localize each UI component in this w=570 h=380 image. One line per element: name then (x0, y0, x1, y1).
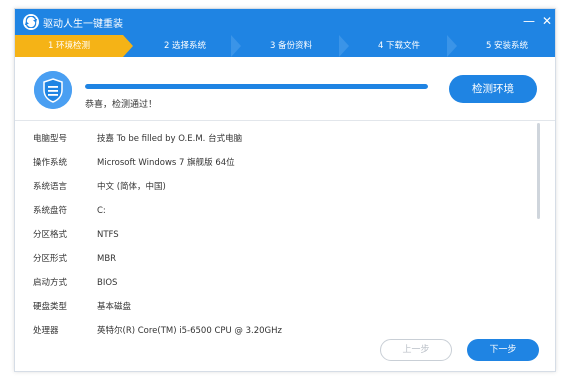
info-key: 电脑型号 (33, 134, 68, 144)
info-row: 操作系统 Microsoft Windows 7 旗舰版 64位 (33, 151, 533, 175)
scrollbar[interactable] (537, 123, 540, 219)
check-status: 恭喜，检测通过！ (85, 100, 158, 110)
next-button[interactable]: 下一步 (467, 339, 539, 361)
info-value: BIOS (97, 278, 118, 288)
info-value: 技嘉 To be filled by O.E.M. 台式电脑 (97, 134, 243, 144)
info-value: 中文 (简体，中国) (97, 182, 166, 192)
previous-button: 上一步 (380, 339, 452, 361)
info-key: 分区形式 (33, 254, 68, 264)
info-value: NTFS (97, 230, 119, 240)
check-progress-bar (85, 84, 428, 89)
info-row: 系统盘符 C: (33, 199, 533, 223)
system-info-list: 电脑型号 技嘉 To be filled by O.E.M. 台式电脑操作系统 Mi… (33, 127, 533, 339)
step-4: 4 下载文件 (377, 41, 421, 51)
info-row: 处理器 英特尔(R) Core(TM) i5-6500 CPU @ 3.20GHz (33, 319, 533, 339)
info-row: 启动方式 BIOS (33, 271, 533, 295)
shield-icon (34, 71, 72, 109)
info-key: 系统语言 (33, 182, 68, 192)
info-value: C: (97, 206, 106, 216)
title-bar: 驱动人生一键重装 — ✕ (15, 9, 555, 35)
info-key: 硬盘类型 (33, 302, 68, 312)
info-key: 处理器 (33, 326, 59, 336)
close-icon[interactable]: ✕ (538, 12, 556, 30)
info-row: 分区格式 NTFS (33, 223, 533, 247)
step-bar: 1 环境检测 2 选择系统 3 备份资料 4 下载文件 5 安装系统 (15, 35, 555, 57)
info-value: Microsoft Windows 7 旗舰版 64位 (97, 158, 235, 168)
step-arrow (231, 35, 241, 57)
step-2: 2 选择系统 (163, 41, 207, 51)
progress-fill (85, 84, 428, 89)
step-arrow (447, 35, 457, 57)
app-window: 驱动人生一键重装 — ✕ 1 环境检测 2 选择系统 3 备份资料 4 下载文件… (14, 8, 556, 372)
app-logo-icon (23, 14, 39, 30)
info-value: 英特尔(R) Core(TM) i5-6500 CPU @ 3.20GHz (97, 326, 282, 336)
step-arrow (339, 35, 349, 57)
info-row: 系统语言 中文 (简体，中国) (33, 175, 533, 199)
info-key: 启动方式 (33, 278, 68, 288)
info-key: 分区格式 (33, 230, 68, 240)
window-title: 驱动人生一键重装 (43, 19, 123, 30)
info-key: 系统盘符 (33, 206, 68, 216)
info-row: 电脑型号 技嘉 To be filled by O.E.M. 台式电脑 (33, 127, 533, 151)
info-value: 基本磁盘 (97, 302, 132, 312)
check-environment-button[interactable]: 检测环境 (449, 75, 537, 103)
step-1: 1 环境检测 (15, 35, 123, 57)
info-key: 操作系统 (33, 158, 68, 168)
info-value: MBR (97, 254, 117, 264)
minimize-icon[interactable]: — (520, 12, 538, 30)
divider (15, 120, 555, 121)
step-5: 5 安装系统 (485, 41, 529, 51)
step-3: 3 备份资料 (269, 41, 313, 51)
info-row: 分区形式 MBR (33, 247, 533, 271)
step-arrow (123, 35, 133, 57)
info-row: 硬盘类型 基本磁盘 (33, 295, 533, 319)
